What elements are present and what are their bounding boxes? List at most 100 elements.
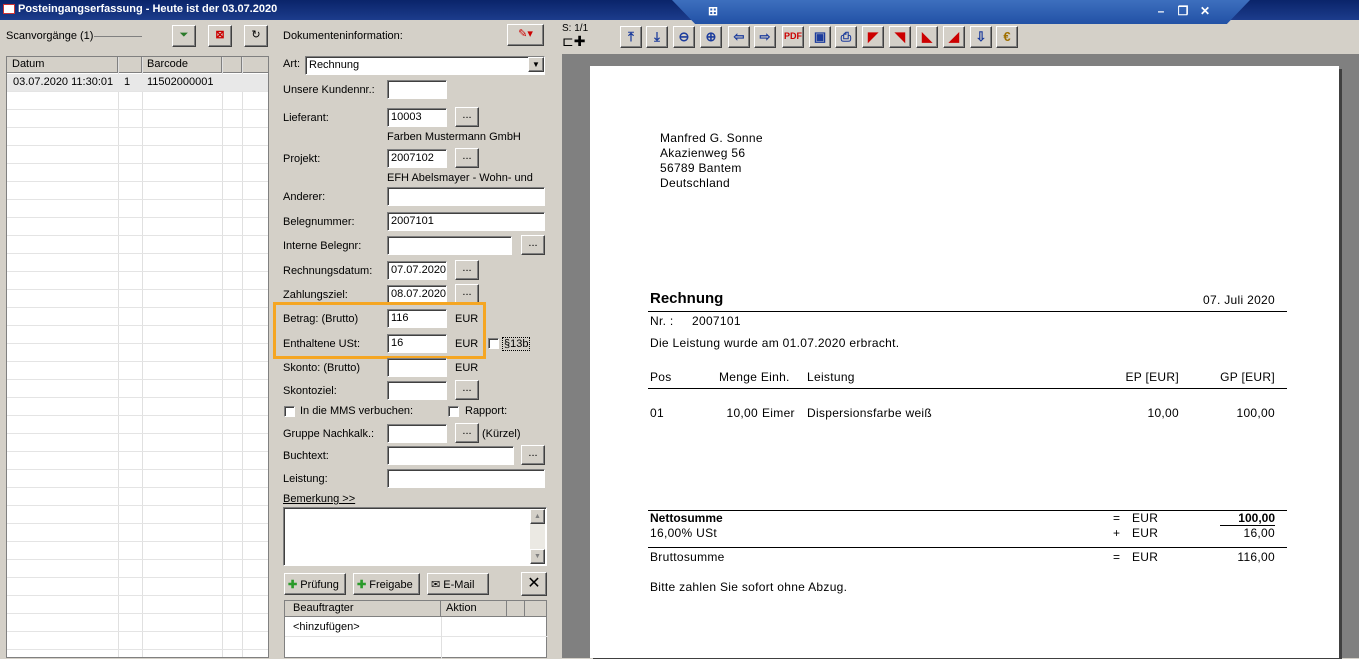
down-arrow-button[interactable]: ⇩: [970, 26, 992, 48]
column-aktion[interactable]: Aktion: [441, 601, 507, 617]
corner-top-left-button[interactable]: ◤: [862, 26, 884, 48]
fit-page-button[interactable]: ▣: [809, 26, 831, 48]
column-beauftragter[interactable]: Beauftragter: [285, 601, 441, 617]
zoom-out-button[interactable]: ⊖: [673, 26, 695, 48]
pruefung-button[interactable]: ✚ Prüfung: [284, 573, 346, 595]
last-page-button[interactable]: ⤓: [646, 26, 668, 48]
next-button[interactable]: ⇨: [754, 26, 776, 48]
brutto-currency: EUR: [1132, 550, 1159, 564]
projekt-field[interactable]: 2007102: [387, 149, 447, 168]
column-nr[interactable]: [118, 57, 142, 73]
projekt-label: Projekt:: [283, 153, 321, 165]
rapport-checkbox[interactable]: [448, 406, 459, 417]
kundennr-field[interactable]: [387, 80, 447, 99]
section-title: Dokumenteninformation:: [283, 30, 403, 42]
close-icon: ✕: [527, 575, 541, 592]
filter-button[interactable]: ⏷: [172, 25, 196, 47]
item-einh: Eimer: [762, 406, 795, 420]
corner-top-right-button[interactable]: ◥: [889, 26, 911, 48]
rechnungsdatum-picker-button[interactable]: ...: [455, 260, 479, 280]
netto-currency: EUR: [1132, 511, 1159, 525]
scan-list-header: Datum Barcode: [7, 57, 268, 73]
ust-line-label: 16,00% USt: [650, 526, 718, 540]
cursor-move-icon[interactable]: ⊏✚: [562, 34, 590, 48]
s13b-checkbox[interactable]: [488, 338, 499, 349]
mms-checkbox[interactable]: [284, 406, 295, 417]
assignee-table[interactable]: Beauftragter Aktion <hinzufügen>: [284, 600, 548, 659]
chevron-down-icon[interactable]: ▼: [528, 57, 544, 72]
buchtext-field[interactable]: [387, 446, 514, 465]
document-title: Rechnung: [650, 290, 724, 307]
ust-value: 16,00: [1243, 526, 1275, 540]
brutto-label: Bruttosumme: [650, 550, 725, 564]
scroll-up-icon[interactable]: ▲: [530, 509, 545, 524]
column-datum[interactable]: Datum: [7, 57, 118, 73]
rechnungsdatum-field[interactable]: 07.07.2020: [387, 261, 447, 280]
interne-lookup-button[interactable]: ...: [521, 235, 545, 255]
restore-icon[interactable]: ❐: [1172, 4, 1194, 18]
corner-bottom-right-button[interactable]: ◢: [943, 26, 965, 48]
remove-button[interactable]: ✕: [521, 572, 547, 596]
euro-button[interactable]: €: [996, 26, 1018, 48]
ust-field[interactable]: 16: [387, 334, 447, 353]
remote-session-bar[interactable]: ⊞ – ❐ ✕: [672, 0, 1250, 24]
pin-icon[interactable]: ⊞: [702, 4, 724, 18]
zoom-in-button[interactable]: ⊕: [700, 26, 722, 48]
corner-bottom-left-button[interactable]: ◣: [916, 26, 938, 48]
gruppe-field[interactable]: [387, 424, 447, 443]
rechnungsdatum-label: Rechnungsdatum:: [283, 265, 373, 277]
bemerkung-link[interactable]: Bemerkung >>: [283, 493, 355, 505]
nr-value: 2007101: [692, 314, 741, 328]
row-nr: 1: [124, 76, 131, 88]
bemerkung-textarea[interactable]: ▲ ▼: [283, 507, 547, 566]
scroll-down-icon[interactable]: ▼: [530, 549, 545, 564]
scan-list[interactable]: Datum Barcode 03.07.2020 11:30:01 1 1150…: [6, 56, 269, 658]
belegnummer-label: Belegnummer:: [283, 216, 355, 228]
tools-menu-button[interactable]: ✎▾: [507, 24, 544, 46]
lieferant-lookup-button[interactable]: ...: [455, 107, 479, 127]
belegnummer-field[interactable]: 2007101: [387, 212, 545, 231]
table-row[interactable]: 03.07.2020 11:30:01 1 11502000001: [7, 74, 268, 92]
minimize-icon[interactable]: –: [1150, 4, 1172, 18]
leistung-label: Leistung:: [283, 473, 328, 485]
item-leistung: Dispersionsfarbe weiß: [807, 406, 933, 420]
email-button[interactable]: ✉ E-Mail: [427, 573, 489, 595]
brutto-op: =: [1113, 550, 1121, 564]
buchtext-lookup-button[interactable]: ...: [521, 445, 545, 465]
gruppe-lookup-button[interactable]: ...: [455, 423, 479, 443]
brush-icon: ✎▾: [518, 28, 533, 40]
art-select[interactable]: Rechnung ▼: [305, 56, 545, 75]
anderer-field[interactable]: [387, 187, 545, 206]
ust-currency: EUR: [455, 338, 479, 350]
close-icon[interactable]: ✕: [1194, 4, 1216, 18]
projekt-name: EFH Abelsmayer - Wohn- und: [387, 172, 533, 184]
first-page-button[interactable]: ⤒: [620, 26, 642, 48]
print-button[interactable]: ⎙: [835, 26, 857, 48]
lieferant-field[interactable]: 10003: [387, 108, 447, 127]
delete-scan-button[interactable]: ⊠: [208, 25, 232, 47]
interne-field[interactable]: [387, 236, 512, 255]
netto-value: 100,00: [1238, 511, 1275, 525]
refresh-button[interactable]: ↻: [244, 25, 268, 47]
skontoziel-picker-button[interactable]: ...: [455, 380, 479, 400]
bemerkung-scrollbar[interactable]: ▲ ▼: [530, 509, 545, 564]
previous-button[interactable]: ⇦: [728, 26, 750, 48]
brutto-value: 116,00: [1237, 550, 1275, 564]
column-barcode[interactable]: Barcode: [142, 57, 222, 73]
column-extra: [507, 601, 525, 617]
leistung-field[interactable]: [387, 469, 545, 488]
netto-op: =: [1113, 511, 1121, 525]
projekt-lookup-button[interactable]: ...: [455, 148, 479, 168]
add-assignee-row[interactable]: <hinzufügen>: [293, 621, 360, 633]
skonto-field[interactable]: [387, 358, 447, 377]
zahlungsziel-picker-button[interactable]: ...: [455, 284, 479, 304]
freigabe-button[interactable]: ✚ Freigabe: [353, 573, 420, 595]
betrag-field[interactable]: 116: [387, 309, 447, 328]
skontoziel-label: Skontoziel:: [283, 385, 337, 397]
pdf-export-button[interactable]: PDF: [782, 26, 804, 48]
betrag-label: Betrag: (Brutto): [283, 313, 359, 325]
plus-icon: ✚: [288, 579, 298, 591]
anderer-label: Anderer:: [283, 191, 326, 203]
item-menge: 10,00: [726, 406, 758, 420]
skontoziel-field[interactable]: [387, 381, 447, 400]
